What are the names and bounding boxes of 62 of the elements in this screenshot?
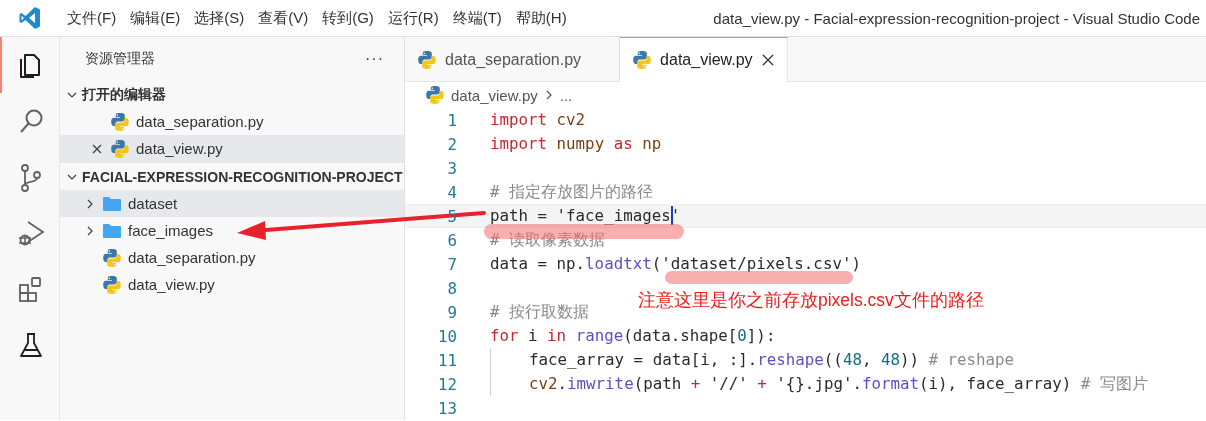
code-line: # 指定存放图片的路径 [490,182,654,202]
line-number: 1 [446,110,457,130]
app-logo-icon [18,6,42,30]
sidebar-title: 资源管理器 [85,50,155,68]
code-line: for i in range(data.shape[0]): [490,326,776,346]
editor-tab[interactable]: data_view.py [620,37,788,82]
code-line: cv2.imwrite(path + '//' + '{}.jpg'.format(i), face_array) # 写图片 [529,374,1148,394]
window-title: data_view.py - Facial-expression-recognition-project - Visual Studio Code [713,9,1201,27]
file-name: face_images [128,222,214,239]
menu-item[interactable]: 运行(R) [380,8,446,28]
line-number: 13 [436,398,457,418]
file-name: dataset [128,195,178,212]
line-number: 12 [436,374,457,394]
line-number: 7 [446,254,457,274]
file-tree-item[interactable]: dataset [60,190,404,217]
code-line: import numpy as np [490,134,662,154]
code-line: # 按行取数据 [490,302,590,322]
menu-item[interactable]: 编辑(E) [123,8,188,28]
line-number: 4 [446,182,457,202]
more-actions-button[interactable]: ··· [365,50,384,68]
code-line: import cv2 [490,110,586,130]
file-tree-item[interactable]: data_view.py [60,135,404,162]
breadcrumb-item[interactable]: data_view.py [451,86,538,104]
menu-item[interactable]: 终端(T) [445,8,509,28]
annotation-note: 注意这里是你之前存放pixels.csv文件的路径 [638,289,984,312]
python-icon [110,111,130,132]
menu-item[interactable]: 转到(G) [315,8,381,28]
file-name: data_separation.py [136,113,264,130]
python-icon [417,49,437,70]
line-number: 2 [446,134,457,154]
menu-item[interactable]: 文件(F) [60,8,124,28]
section-title: 打开的编辑器 [82,85,166,104]
menu-item[interactable]: 帮助(H) [508,8,574,28]
file-name: data_separation.py [128,249,256,266]
code-line: path = 'face_images' [490,206,681,226]
section-header[interactable]: 打开的编辑器 [60,81,404,108]
file-tree-item[interactable]: face_images [60,217,404,244]
python-icon [110,138,130,159]
line-number: 11 [436,350,457,370]
close-icon[interactable] [760,53,775,67]
file-name: data_view.py [136,140,223,157]
code-line: face_array = data[i, :].reshape((48, 48)) # reshape [529,350,1015,370]
python-icon [632,50,653,70]
line-number: 3 [446,158,457,178]
python-icon [102,247,122,268]
folder-icon [102,221,122,240]
line-number: 9 [446,302,457,322]
line-number: 8 [446,278,457,298]
python-icon [102,274,122,295]
file-tree-item[interactable]: data_separation.py [60,244,404,271]
python-icon [425,85,445,105]
section-title: FACIAL-EXPRESSION-RECOGNITION-PROJECT [82,168,403,185]
file-tree-item[interactable]: data_view.py [60,271,404,298]
file-name: data_view.py [128,276,215,293]
code-line: data = np.loadtxt('dataset/pixels.csv') [490,254,861,274]
folder-icon [102,194,122,213]
line-number: 10 [436,326,457,346]
breadcrumb-item[interactable]: ... [559,86,573,104]
file-tree-item[interactable]: data_separation.py [60,108,404,135]
menu-item[interactable]: 选择(S) [187,8,252,28]
line-number: 6 [446,230,457,250]
menu-item[interactable]: 查看(V) [251,8,316,28]
